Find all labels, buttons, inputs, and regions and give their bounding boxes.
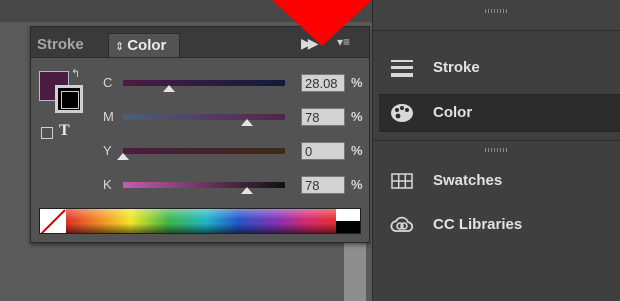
slider-label-magenta: M xyxy=(103,109,114,124)
spectrum-gradient[interactable] xyxy=(66,209,336,233)
formatting-container-icon[interactable] xyxy=(41,127,53,139)
dock-item-stroke-label: Stroke xyxy=(433,59,480,76)
dock-header xyxy=(373,0,620,31)
swap-fill-stroke-icon[interactable]: ↰ xyxy=(71,67,80,80)
dock-item-cc-libraries[interactable]: CC Libraries xyxy=(379,207,620,243)
magenta-percent-label: % xyxy=(351,109,363,124)
slider-label-cyan: C xyxy=(103,75,113,90)
magenta-slider-track[interactable] xyxy=(123,114,285,120)
cyan-value-input[interactable]: 28.08 xyxy=(301,74,345,92)
yellow-percent-label: % xyxy=(351,143,363,158)
cyan-slider-thumb[interactable] xyxy=(163,85,175,92)
cyan-slider-track[interactable] xyxy=(123,80,285,86)
none-color-swatch[interactable] xyxy=(40,209,66,233)
stroke-lines-icon xyxy=(391,60,413,77)
yellow-value-input[interactable]: 0 xyxy=(301,142,345,160)
tab-color-label: Color xyxy=(127,37,167,54)
formatting-text-icon[interactable]: T xyxy=(59,122,70,140)
stroke-swatch[interactable] xyxy=(55,85,83,113)
red-pointer-arrow-icon xyxy=(272,0,372,46)
yellow-slider-thumb[interactable] xyxy=(117,153,129,160)
scrollbar[interactable] xyxy=(344,240,366,301)
dock-group-grip-icon[interactable] xyxy=(485,148,509,152)
slider-label-yellow: Y xyxy=(103,143,112,158)
black-slider-thumb[interactable] xyxy=(241,187,253,194)
color-spectrum-ramp[interactable] xyxy=(39,208,361,234)
tab-stroke[interactable]: Stroke xyxy=(37,33,107,57)
black-slider-track[interactable] xyxy=(123,182,285,188)
black-percent-label: % xyxy=(351,177,363,192)
dock-grip-icon[interactable] xyxy=(485,9,509,13)
panel-dock: Stroke Color Swatches CC Libraries xyxy=(372,0,620,301)
black-value-input[interactable]: 78 xyxy=(301,176,345,194)
tab-options-arrows-icon[interactable]: ⇕ xyxy=(115,41,124,53)
dock-item-color[interactable]: Color xyxy=(379,94,620,132)
magenta-slider-thumb[interactable] xyxy=(241,119,253,126)
tab-stroke-label: Stroke xyxy=(37,36,84,53)
color-panel: Stroke ⇕ Color ▶▶ ▾≡ ↰ T C 28.08 % M 78 %… xyxy=(30,26,370,243)
dock-item-swatches[interactable]: Swatches xyxy=(379,163,620,199)
dock-item-cc-libraries-label: CC Libraries xyxy=(433,216,523,233)
dock-divider xyxy=(373,140,620,141)
slider-label-black: K xyxy=(103,177,112,192)
white-swatch[interactable] xyxy=(336,209,360,221)
tab-color[interactable]: ⇕ Color xyxy=(108,33,180,57)
dock-item-stroke[interactable]: Stroke xyxy=(379,50,620,86)
stroke-swatch-inner xyxy=(61,91,79,109)
magenta-value-input[interactable]: 78 xyxy=(301,108,345,126)
swatches-grid-icon xyxy=(391,173,413,189)
palette-icon xyxy=(391,104,413,122)
yellow-slider-track[interactable] xyxy=(123,148,285,154)
cyan-percent-label: % xyxy=(351,75,363,90)
dock-item-swatches-label: Swatches xyxy=(433,172,503,189)
dock-item-color-label: Color xyxy=(433,104,473,121)
none-slash-icon xyxy=(40,209,66,233)
black-swatch[interactable] xyxy=(336,221,360,233)
cc-libraries-icon xyxy=(390,216,414,232)
